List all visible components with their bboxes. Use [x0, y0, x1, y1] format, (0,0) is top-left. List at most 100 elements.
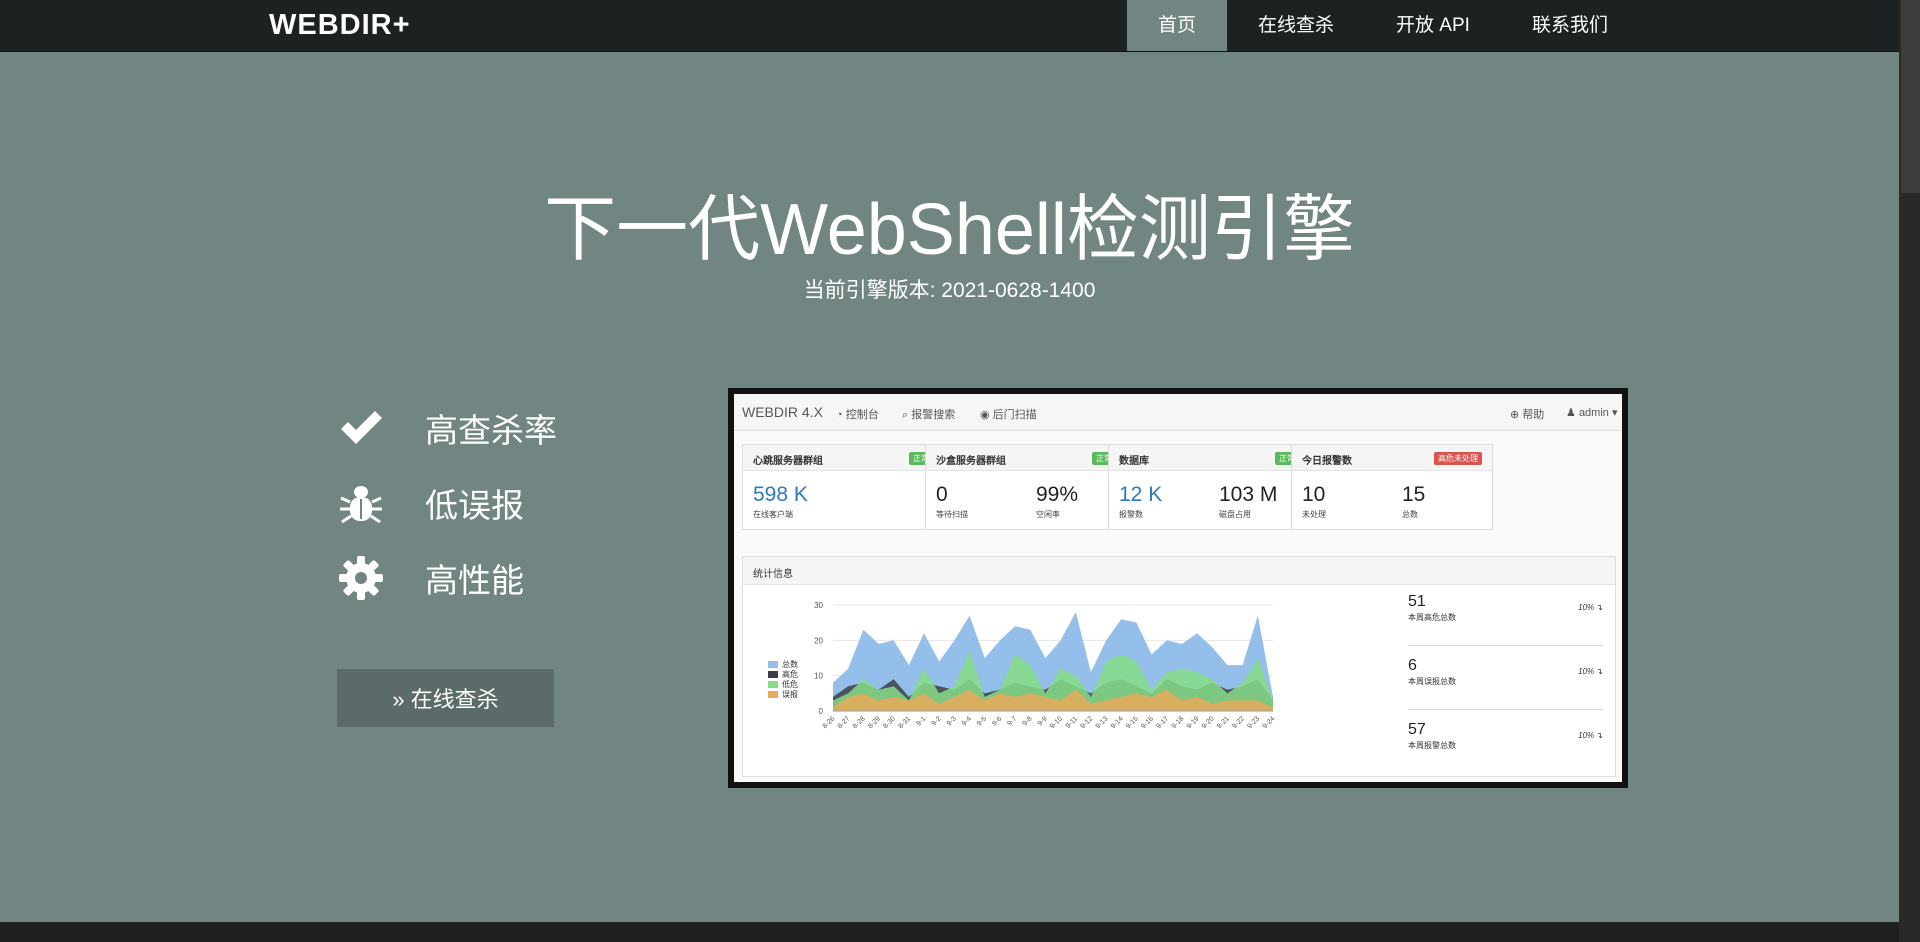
caret-down-icon: ▾: [1611, 407, 1618, 419]
card-value-label: 等待扫描: [936, 510, 968, 519]
x-tick-label: 9-15: [1125, 715, 1140, 730]
check-icon: [336, 403, 386, 453]
summary-stat: 57 本周报警总数 10% ↴: [1408, 721, 1603, 751]
status-badge: 高危未处理: [1434, 452, 1482, 465]
divider: [1408, 645, 1603, 646]
x-tick-label: 9-8: [1022, 715, 1034, 727]
feature-item: 高查杀率: [336, 398, 557, 458]
x-tick-label: 9-10: [1049, 715, 1064, 730]
x-tick-label: 9-2: [931, 715, 943, 727]
card-value-label: 总数: [1402, 510, 1418, 519]
x-tick-label: 9-16: [1140, 715, 1155, 730]
summary-label: 本周高危总数: [1408, 613, 1456, 622]
dashboard-nav-alert-search: ⌕ 报警搜索: [902, 409, 956, 421]
card-value: 12 K: [1119, 483, 1163, 506]
status-card: 数据库 正常 12 K 报警数 103 M 磁盘占用: [1108, 444, 1310, 530]
engine-version: 当前引擎版本: 2021-0628-1400: [803, 279, 1096, 302]
dashboard-nav-console: ◔ 控制台: [836, 409, 879, 421]
x-tick-label: 8-27: [837, 715, 852, 730]
dashboard-nav-user: ♟ admin ▾: [1566, 407, 1618, 419]
x-tick-label: 9-13: [1095, 715, 1110, 730]
card-value-label: 未处理: [1302, 510, 1326, 519]
stats-area-chart: 0 10 20 30 8-26 8-27 8-28 8-29 8-30 8-31 9-1 9-2 9-3…: [814, 601, 1277, 730]
nav-menu: 首页 在线查杀 开放 API 联系我们: [1127, 0, 1639, 51]
x-tick-label: 9-24: [1262, 715, 1277, 730]
card-value: 598 K: [753, 483, 808, 506]
status-card: 心跳服务器群组 正常 598 K 在线客户端: [742, 444, 944, 530]
x-tick-label: 9-12: [1079, 715, 1094, 730]
y-tick-label: 30: [814, 601, 823, 610]
card-value-label: 在线客户端: [753, 510, 793, 519]
y-tick-label: 20: [814, 636, 823, 645]
bug-icon: [336, 478, 386, 528]
x-tick-label: 8-28: [852, 715, 867, 730]
x-tick-label: 9-23: [1246, 715, 1261, 730]
y-tick-label: 0: [819, 707, 824, 716]
x-tick-label: 9-5: [976, 715, 988, 727]
feature-label: 高性能: [425, 562, 524, 599]
x-tick-label: 9-19: [1186, 715, 1201, 730]
card-value: 99%: [1036, 483, 1079, 506]
nav-item-online-scan[interactable]: 在线查杀: [1227, 0, 1365, 51]
summary-percent: 10% ↴: [1578, 667, 1603, 676]
x-tick-label: 9-1: [915, 715, 927, 727]
legend-item: 误报: [768, 689, 798, 700]
card-title: 数据库: [1119, 456, 1149, 467]
scrollbar-thumb[interactable]: [1901, 0, 1920, 193]
x-tick-label: 9-18: [1171, 715, 1186, 730]
nav-item-contact[interactable]: 联系我们: [1501, 0, 1639, 51]
feature-label: 低误报: [425, 487, 524, 524]
nav-item-home[interactable]: 首页: [1127, 0, 1228, 51]
summary-stat: 6 本周误报总数 10% ↴: [1408, 657, 1603, 687]
help-icon: ⊕: [1510, 409, 1520, 421]
card-value-label: 磁盘占用: [1219, 510, 1251, 519]
dashboard-nav-help: ⊕ 帮助: [1510, 409, 1545, 421]
summary-value: 51: [1408, 593, 1426, 610]
x-tick-label: 9-17: [1155, 715, 1170, 730]
legend-swatch: [768, 691, 778, 698]
summary-label: 本周误报总数: [1408, 677, 1456, 686]
user-icon: ♟: [1566, 407, 1576, 419]
x-tick-label: 9-4: [961, 715, 973, 727]
x-tick-label: 8-30: [882, 715, 897, 730]
feature-label: 高查杀率: [425, 412, 557, 449]
eye-icon: ◉: [980, 409, 990, 421]
card-value: 15: [1402, 483, 1426, 506]
x-tick-label: 9-6: [991, 715, 1003, 727]
feature-item: 低误报: [336, 473, 524, 533]
dashboard-brand: WEBDIR 4.X: [742, 404, 823, 420]
card-value: 103 M: [1219, 483, 1278, 506]
hero-title: 下一代WebShell检测引擎: [544, 190, 1355, 270]
legend-swatch: [768, 681, 778, 688]
legend-label: 误报: [782, 690, 798, 699]
status-card: 今日报警数 高危未处理 10 未处理 15 总数: [1291, 444, 1493, 530]
x-tick-label: 9-7: [1006, 715, 1018, 727]
dashboard-nav-backdoor-scan: ◉ 后门扫描: [980, 409, 1037, 421]
card-value-label: 报警数: [1119, 510, 1143, 519]
x-tick-label: 9-21: [1216, 715, 1231, 730]
nav-item-open-api[interactable]: 开放 API: [1365, 0, 1501, 51]
site-logo[interactable]: WEBDIR+: [269, 9, 411, 42]
gear-icon: [336, 553, 386, 603]
scrollbar[interactable]: [1899, 0, 1920, 942]
feature-item: 高性能: [336, 548, 524, 608]
legend-swatch: [768, 671, 778, 678]
top-navbar: WEBDIR+ 首页 在线查杀 开放 API 联系我们: [0, 0, 1899, 52]
x-tick-label: 9-20: [1201, 715, 1216, 730]
summary-value: 57: [1408, 721, 1426, 738]
card-title: 心跳服务器群组: [753, 456, 823, 467]
card-title: 沙盒服务器群组: [936, 456, 1006, 467]
stats-panel: 统计信息 0 10 20 30 8-26 8-27 8-28 8-29 8-30 8-31 9-1 9…: [742, 556, 1616, 777]
stats-title: 统计信息: [753, 569, 793, 580]
x-tick-label: 9-11: [1065, 715, 1080, 730]
dashboard-navbar: WEBDIR 4.X ◔ 控制台 ⌕ 报警搜索 ◉ 后门扫描 ⊕ 帮助 ♟ ad…: [734, 394, 1622, 431]
dashboard-screenshot: WEBDIR 4.X ◔ 控制台 ⌕ 报警搜索 ◉ 后门扫描 ⊕ 帮助 ♟ ad…: [728, 388, 1628, 788]
footer: [0, 922, 1899, 942]
summary-percent: 10% ↴: [1578, 603, 1603, 612]
summary-percent: 10% ↴: [1578, 731, 1603, 740]
divider: [1408, 709, 1603, 710]
card-value: 0: [936, 483, 948, 506]
legend-swatch: [768, 661, 778, 668]
online-scan-button[interactable]: » 在线查杀: [337, 669, 554, 727]
search-icon: ⌕: [902, 409, 909, 421]
